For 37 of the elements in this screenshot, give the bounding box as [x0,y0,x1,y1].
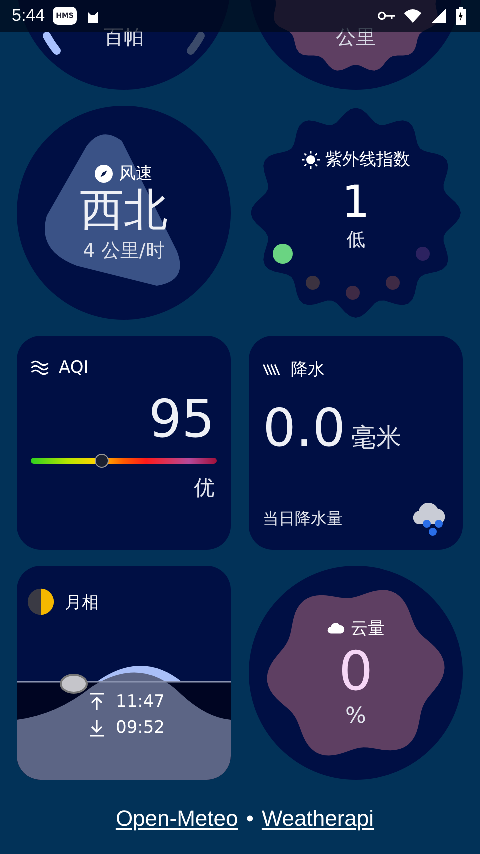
waves-icon [31,359,49,377]
uv-label: 低 [346,228,366,254]
uv-value: 1 [342,179,370,228]
sun-icon [302,150,320,168]
card-title: 紫外线指数 [326,149,410,171]
card-title: 月相 [65,592,99,614]
compass-icon [95,164,113,183]
card-title: 风速 [119,163,153,186]
cloud-unit: % [346,704,366,730]
card-title: 云量 [351,618,385,640]
cloud-value: 0 [338,640,374,704]
aqi-value: 95 [148,394,215,446]
unit-label: 百帕 [104,24,144,51]
wind-speed: 4 公里/时 [83,238,165,264]
source-link[interactable]: Weatherapi [262,806,374,832]
moonrise-time: 11:47 [116,692,165,712]
battery-icon [456,7,466,25]
wifi-icon [404,9,422,23]
separator: • [246,806,254,832]
half-moon-icon [27,588,55,616]
card-title: AQI [59,358,89,378]
moonset-time: 09:52 [116,718,165,738]
key-icon [378,9,396,23]
source-link[interactable]: Open-Meteo [116,806,238,832]
card-title: 降水 [291,359,325,381]
unit-label: 公里 [336,24,376,51]
aqi-label: 优 [194,475,215,502]
signal-icon [430,9,448,23]
wind-direction: 西北 [80,185,168,238]
gauge-progress-arc [43,32,61,55]
precipitation-caption: 当日降水量 [263,509,343,530]
precipitation-unit: 毫米 [352,422,402,454]
precipitation-value: 0.0 [263,403,346,455]
gauge-track-arc [187,32,205,55]
moonrise-icon [89,693,105,711]
moonset-icon [89,719,105,737]
status-time: 5:44 [12,6,46,26]
